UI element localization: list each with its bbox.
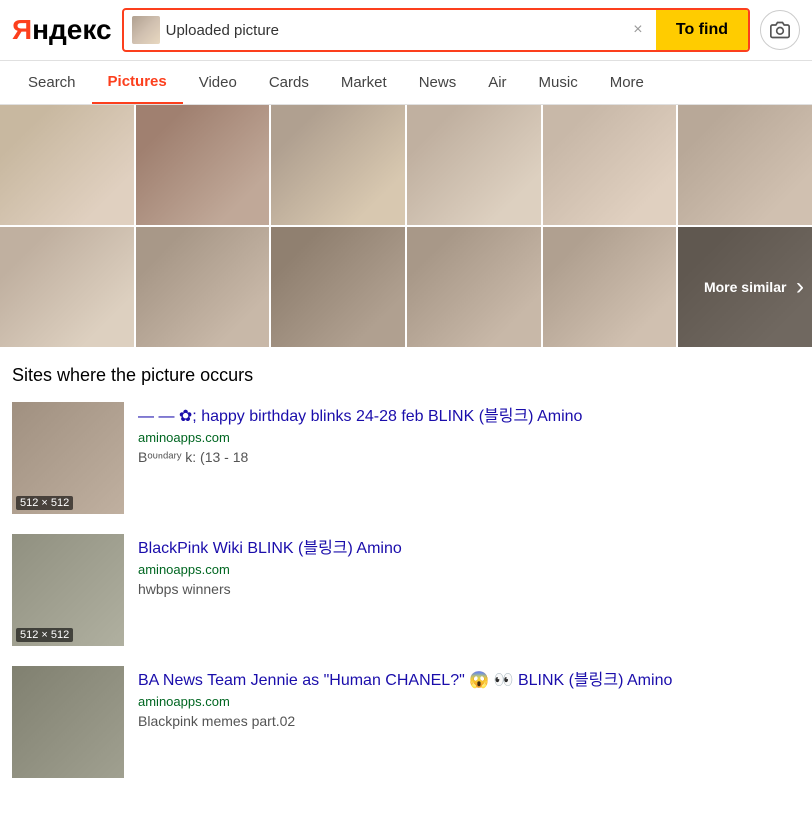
site-title-link-3[interactable]: BA News Team Jennie as "Human CHANEL?" 😱… (138, 666, 800, 690)
grid-image-4[interactable] (407, 105, 541, 225)
site-result-2: 512 × 512 BlackPink Wiki BLINK (블링크) Ami… (12, 534, 800, 646)
nav-air[interactable]: Air (472, 62, 522, 103)
image-row-2: More similar › (0, 227, 812, 347)
nav-search[interactable]: Search (12, 62, 92, 103)
thumb-size-label-2: 512 × 512 (16, 628, 73, 642)
site-title-link-2[interactable]: BlackPink Wiki BLINK (블링크) Amino (138, 534, 800, 558)
uploaded-thumbnail (132, 16, 160, 44)
site-result-1: 512 × 512 — — ✿; happy birthday blinks 2… (12, 402, 800, 514)
site-info-2: BlackPink Wiki BLINK (블링크) Amino aminoap… (138, 534, 800, 597)
grid-image-10[interactable] (407, 227, 541, 347)
site-info-3: BA News Team Jennie as "Human CHANEL?" 😱… (138, 666, 800, 729)
thumb-size-label-1: 512 × 512 (16, 496, 73, 510)
chevron-right-icon: › (796, 273, 804, 301)
more-similar-button[interactable]: More similar › (678, 227, 812, 347)
grid-image-8[interactable] (136, 227, 270, 347)
site-url-2: aminoapps.com (138, 562, 800, 577)
uploaded-thumb-image (132, 16, 160, 44)
site-title-link-1[interactable]: — — ✿; happy birthday blinks 24-28 feb B… (138, 402, 800, 426)
grid-image-5[interactable] (543, 105, 677, 225)
image-grid: More similar › (0, 105, 812, 349)
site-thumbnail-1[interactable]: 512 × 512 (12, 402, 124, 514)
more-similar-label: More similar (704, 279, 786, 295)
close-icon[interactable]: × (628, 20, 648, 40)
sites-section: Sites where the picture occurs 512 × 512… (0, 349, 812, 814)
sites-title: Sites where the picture occurs (12, 365, 800, 386)
nav-cards[interactable]: Cards (253, 62, 325, 103)
site-info-1: — — ✿; happy birthday blinks 24-28 feb B… (138, 402, 800, 465)
site-result-3: BA News Team Jennie as "Human CHANEL?" 😱… (12, 666, 800, 778)
image-row-1 (0, 105, 812, 225)
grid-image-6[interactable] (678, 105, 812, 225)
site-desc-3: Blackpink memes part.02 (138, 713, 800, 729)
grid-image-3[interactable] (271, 105, 405, 225)
site-url-3: aminoapps.com (138, 694, 800, 709)
uploaded-picture-label: Uploaded picture (166, 22, 622, 39)
grid-image-9[interactable] (271, 227, 405, 347)
site-thumbnail-2[interactable]: 512 × 512 (12, 534, 124, 646)
yandex-logo: Яндекс (12, 16, 112, 44)
nav-music[interactable]: Music (523, 62, 594, 103)
site-thumb-image-3 (12, 666, 124, 778)
header: Яндекс Uploaded picture × To find (0, 0, 812, 61)
nav-more[interactable]: More (594, 62, 660, 103)
more-similar-overlay: More similar (678, 227, 812, 347)
nav-news[interactable]: News (403, 62, 473, 103)
to-find-button[interactable]: To find (656, 8, 748, 52)
grid-image-7[interactable] (0, 227, 134, 347)
site-url-1: aminoapps.com (138, 430, 800, 445)
site-desc-1: Вᵒᶸⁿᵈᵃʳʸ k: (13 - 18 (138, 449, 800, 465)
nav-market[interactable]: Market (325, 62, 403, 103)
search-bar-inner: Uploaded picture × (124, 16, 656, 44)
search-bar: Uploaded picture × To find (122, 8, 750, 52)
site-thumbnail-3[interactable] (12, 666, 124, 778)
grid-image-1[interactable] (0, 105, 134, 225)
grid-image-11[interactable] (543, 227, 677, 347)
camera-icon[interactable] (760, 10, 800, 50)
navigation: Search Pictures Video Cards Market News … (0, 61, 812, 105)
nav-video[interactable]: Video (183, 62, 253, 103)
nav-pictures[interactable]: Pictures (92, 61, 183, 104)
site-desc-2: hwbps winners (138, 581, 800, 597)
grid-image-2[interactable] (136, 105, 270, 225)
